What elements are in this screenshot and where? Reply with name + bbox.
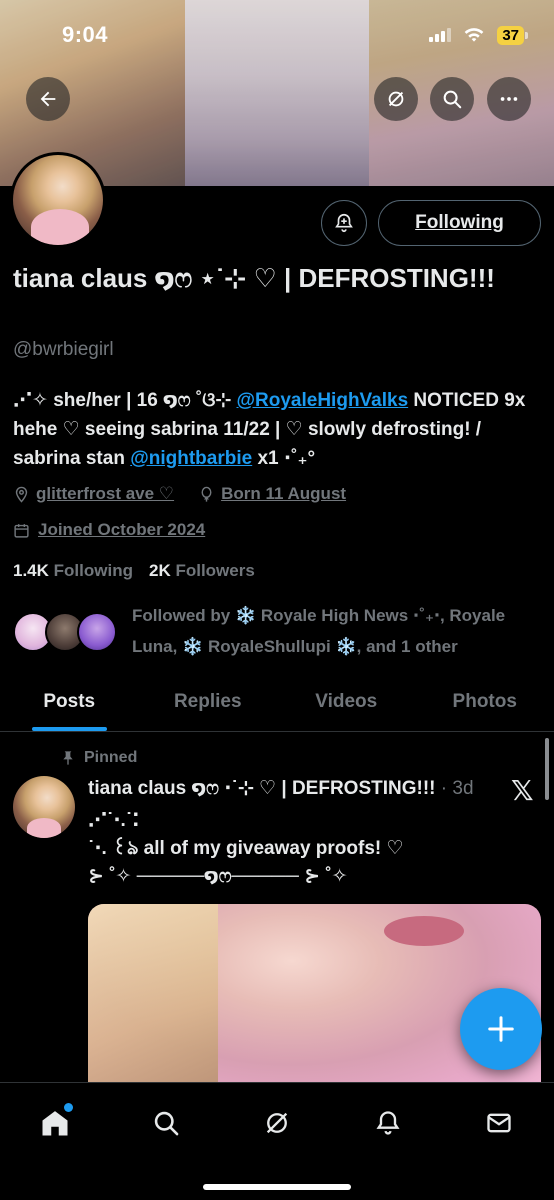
notification-dot bbox=[64, 1103, 74, 1112]
grok-button[interactable] bbox=[374, 77, 418, 121]
home-icon bbox=[42, 1111, 68, 1136]
more-icon bbox=[500, 97, 518, 101]
following-label: Following bbox=[53, 561, 133, 580]
battery-indicator: 37 bbox=[497, 25, 528, 45]
followed-by-section[interactable]: Followed by ❄️ Royale High News ⋅˚₊‧, Ro… bbox=[13, 600, 543, 662]
tab-photos[interactable]: Photos bbox=[416, 672, 554, 731]
joined-text: Joined October 2024 bbox=[38, 520, 206, 539]
bell-plus-icon bbox=[335, 213, 353, 233]
profile-display-name: tiana claus ໑ෆ ⋆˙⊹ ♡ | DEFROSTING!!! bbox=[13, 263, 495, 293]
joined-row: Joined October 2024 bbox=[13, 520, 205, 540]
compose-button[interactable] bbox=[460, 988, 542, 1070]
post-header: tiana claus ໑ෆ ⋅˙⊹ ♡ | DEFROSTING!!! · 3… bbox=[88, 777, 508, 800]
followed-by-text: Followed by ❄️ Royale High News ⋅˚₊‧, Ro… bbox=[132, 606, 506, 656]
media-detail bbox=[88, 904, 218, 1094]
pinned-indicator: Pinned bbox=[60, 749, 137, 767]
profile-handle: @bwrbiegirl bbox=[13, 339, 114, 360]
location-text: glitterfrost ave ♡ bbox=[36, 484, 175, 503]
following-stat[interactable]: 1.4K Following bbox=[13, 561, 133, 581]
bio-text-1: ⋰✧ she/her | 16 ໑ෆ ˚ଓ⊹ bbox=[13, 390, 237, 411]
follower-avatar bbox=[77, 612, 117, 652]
more-button[interactable] bbox=[487, 77, 531, 121]
calendar-icon bbox=[14, 523, 29, 538]
notifications-button[interactable] bbox=[321, 200, 367, 246]
following-button[interactable]: Following bbox=[378, 200, 541, 246]
status-bar: 9:04 37 bbox=[0, 0, 554, 70]
tab-posts[interactable]: Posts bbox=[0, 672, 139, 731]
search-button[interactable] bbox=[430, 77, 474, 121]
search-icon bbox=[154, 1111, 179, 1136]
avatar-image bbox=[13, 155, 103, 245]
birthday-text: Born 11 August bbox=[221, 484, 347, 503]
bell-icon bbox=[376, 1111, 400, 1135]
signal-icon bbox=[429, 28, 452, 42]
post-text: ⋰˙⋅.˙⁚ ˙⋅. ꒰ঌ all of my giveaway proofs!… bbox=[88, 810, 404, 887]
status-time: 9:04 bbox=[62, 22, 109, 47]
home-indicator[interactable] bbox=[203, 1184, 351, 1190]
search-icon bbox=[443, 90, 462, 109]
nav-messages[interactable] bbox=[477, 1101, 521, 1145]
scrollbar[interactable] bbox=[545, 738, 549, 800]
post-time: · 3d bbox=[440, 778, 474, 799]
wifi-icon bbox=[464, 28, 484, 42]
birthday-item: Born 11 August bbox=[198, 484, 346, 504]
pin-icon bbox=[63, 751, 73, 765]
following-count: 1.4K bbox=[13, 561, 49, 580]
tab-videos[interactable]: Videos bbox=[277, 672, 416, 731]
grok-icon bbox=[388, 91, 404, 107]
nav-home[interactable] bbox=[33, 1101, 77, 1145]
follow-stats: 1.4K Following 2K Followers bbox=[13, 561, 255, 581]
nav-notifications[interactable] bbox=[366, 1101, 410, 1145]
nav-search[interactable] bbox=[144, 1101, 188, 1145]
location-item: glitterfrost ave ♡ bbox=[13, 484, 174, 504]
bottom-nav bbox=[0, 1082, 554, 1200]
profile-meta-row: glitterfrost ave ♡ Born 11 August bbox=[13, 484, 362, 504]
followers-count: 2K bbox=[148, 561, 171, 580]
media-detail bbox=[384, 916, 464, 946]
status-indicators: 37 bbox=[429, 25, 528, 45]
plus-icon bbox=[488, 1016, 514, 1042]
balloon-icon bbox=[201, 486, 212, 502]
pinned-label: Pinned bbox=[84, 749, 138, 766]
envelope-icon bbox=[486, 1113, 511, 1133]
location-pin-icon bbox=[15, 486, 28, 503]
post-author-avatar[interactable] bbox=[13, 776, 75, 838]
bio-mention-nightbarbie[interactable]: @nightbarbie bbox=[130, 448, 252, 469]
post-author-name[interactable]: tiana claus ໑ෆ ⋅˙⊹ ♡ | DEFROSTING!!! bbox=[88, 778, 435, 799]
profile-tabs: Posts Replies Videos Photos bbox=[0, 672, 554, 732]
tab-replies[interactable]: Replies bbox=[139, 672, 278, 731]
profile-avatar[interactable] bbox=[10, 152, 106, 248]
x-logo-icon: 𝕏 bbox=[511, 775, 534, 806]
arrow-left-icon bbox=[40, 91, 56, 107]
grok-icon bbox=[266, 1112, 288, 1134]
bio-text-3: x1 ⋅˚₊° bbox=[252, 448, 316, 469]
nav-grok[interactable] bbox=[255, 1101, 299, 1145]
bio-mention-royalehighvalks[interactable]: @RoyaleHighValks bbox=[237, 390, 409, 411]
followers-stat[interactable]: 2K Followers bbox=[149, 561, 255, 581]
followers-label: Followers bbox=[175, 561, 255, 580]
back-button[interactable] bbox=[26, 77, 70, 121]
profile-bio: ⋰✧ she/her | 16 ໑ෆ ˚ଓ⊹ @RoyaleHighValks … bbox=[13, 386, 538, 473]
